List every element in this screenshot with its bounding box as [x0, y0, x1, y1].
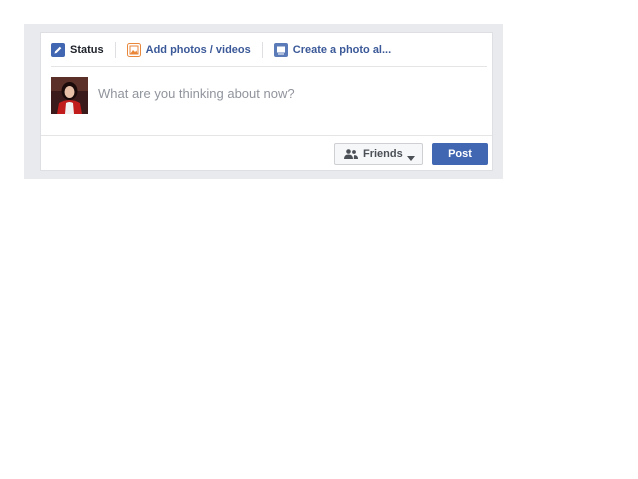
tab-status[interactable]: Status: [51, 41, 104, 59]
composer-tabs: Status Add photos / videos Create a phot…: [51, 33, 487, 67]
avatar[interactable]: [51, 77, 88, 114]
tab-divider: [261, 41, 263, 58]
chevron-down-icon: [406, 152, 415, 161]
tab-add-photos-videos[interactable]: Add photos / videos: [126, 41, 251, 59]
post-button[interactable]: Post: [432, 143, 488, 165]
audience-selector-button[interactable]: Friends: [334, 143, 423, 165]
pencil-icon: [51, 42, 65, 57]
friends-icon: [344, 149, 358, 159]
composer-frame: Status Add photos / videos Create a phot…: [24, 24, 503, 179]
audience-label: Friends: [363, 148, 403, 160]
tab-create-photo-album[interactable]: Create a photo al...: [273, 41, 392, 59]
tab-add-photos-label: Add photos / videos: [145, 43, 251, 56]
tab-create-album-label: Create a photo al...: [292, 43, 392, 56]
composer-footer: Friends Post: [41, 135, 492, 171]
tab-divider: [114, 41, 116, 58]
composer-body: [51, 77, 487, 117]
tab-status-label: Status: [70, 43, 104, 56]
album-icon: [273, 42, 288, 57]
status-input[interactable]: [98, 86, 478, 101]
photo-icon: [126, 42, 141, 57]
status-composer: Status Add photos / videos Create a phot…: [40, 32, 493, 171]
